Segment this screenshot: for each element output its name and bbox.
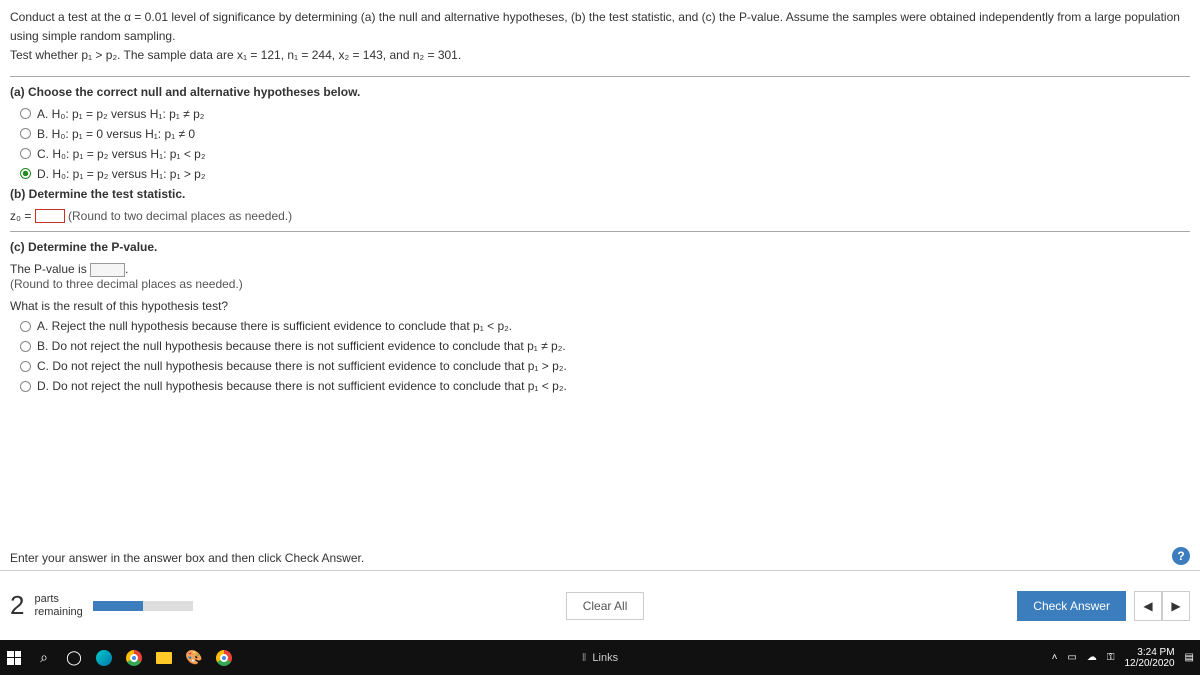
pvalue-input[interactable] — [90, 263, 125, 277]
option-label: C. Do not reject the null hypothesis bec… — [37, 359, 567, 373]
parts-count: 2 — [10, 590, 24, 621]
radio-icon — [20, 108, 31, 119]
result-question: What is the result of this hypothesis te… — [10, 299, 1190, 313]
radio-icon-selected — [20, 168, 31, 179]
search-icon[interactable]: ⌕ — [36, 650, 52, 666]
option-c-d[interactable]: D. Do not reject the null hypothesis bec… — [20, 379, 1190, 393]
answer-prompt: Enter your answer in the answer box and … — [10, 551, 364, 565]
part-b-heading: (b) Determine the test statistic. — [10, 187, 1190, 201]
parts-label: parts remaining — [34, 593, 82, 617]
divider — [10, 76, 1190, 77]
option-label: B. H₀: p₁ = 0 versus H₁: p₁ ≠ 0 — [37, 127, 195, 141]
notification-icon[interactable]: ▤ — [1185, 652, 1194, 663]
start-button[interactable] — [6, 650, 22, 666]
part-a-heading-text: (a) Choose the correct null and alternat… — [10, 85, 360, 99]
option-a-a[interactable]: A. H₀: p₁ = p₂ versus H₁: p₁ ≠ p₂ — [20, 107, 1190, 121]
part-c-heading-text: (c) Determine the P-value. — [10, 240, 157, 254]
radio-icon — [20, 128, 31, 139]
remaining-word: remaining — [34, 606, 82, 618]
z0-input[interactable] — [35, 209, 65, 223]
taskbar-right: ˄ ▭ ☁ ⚿ 3:24 PM 12/20/2020 ▤ — [1052, 647, 1194, 669]
links-label: Links — [592, 652, 618, 664]
option-c-c[interactable]: C. Do not reject the null hypothesis bec… — [20, 359, 1190, 373]
part-c-heading: (c) Determine the P-value. — [10, 240, 1190, 254]
option-label: A. H₀: p₁ = p₂ versus H₁: p₁ ≠ p₂ — [37, 107, 204, 121]
check-answer-button[interactable]: Check Answer — [1017, 591, 1126, 621]
footer-right: Check Answer ◀ ▶ — [1017, 591, 1190, 621]
radio-icon — [20, 321, 31, 332]
wifi-icon[interactable]: ⚿ — [1107, 652, 1115, 663]
question-content: Conduct a test at the α = 0.01 level of … — [0, 0, 1200, 640]
radio-icon — [20, 381, 31, 392]
option-a-d[interactable]: D. H₀: p₁ = p₂ versus H₁: p₁ > p₂ — [20, 167, 1190, 181]
option-c-b[interactable]: B. Do not reject the null hypothesis bec… — [20, 339, 1190, 353]
question-intro: Conduct a test at the α = 0.01 level of … — [10, 8, 1190, 66]
radio-icon — [20, 341, 31, 352]
z0-prefix: z₀ = — [10, 209, 35, 223]
part-c-options: A. Reject the null hypothesis because th… — [20, 319, 1190, 393]
option-label: D. H₀: p₁ = p₂ versus H₁: p₁ > p₂ — [37, 167, 206, 181]
edge-icon[interactable] — [96, 650, 112, 666]
chrome-icon[interactable] — [126, 650, 142, 666]
part-a-heading: (a) Choose the correct null and alternat… — [10, 85, 1190, 99]
part-b-row: z₀ = (Round to two decimal places as nee… — [10, 209, 1190, 224]
time-text: 3:24 PM — [1124, 647, 1174, 658]
progress-fill — [93, 601, 143, 611]
tray-chevron-icon[interactable]: ˄ — [1052, 652, 1058, 663]
paint-icon[interactable]: 🎨 — [186, 650, 202, 666]
battery-icon[interactable]: ▭ — [1067, 652, 1076, 663]
option-c-a[interactable]: A. Reject the null hypothesis because th… — [20, 319, 1190, 333]
footer-left: 2 parts remaining — [10, 590, 193, 621]
parts-word: parts — [34, 593, 82, 605]
part-b-heading-text: (b) Determine the test statistic. — [10, 187, 185, 201]
option-label: C. H₀: p₁ = p₂ versus H₁: p₁ < p₂ — [37, 147, 206, 161]
nav-arrows: ◀ ▶ — [1134, 591, 1190, 621]
chrome-icon-2[interactable] — [216, 650, 232, 666]
cloud-icon[interactable]: ☁ — [1087, 652, 1097, 663]
taskbar-left: ⌕ ◯ 🎨 — [6, 650, 232, 666]
progress-bar — [93, 601, 193, 611]
clear-all-button[interactable]: Clear All — [566, 592, 645, 620]
pvalue-note: (Round to three decimal places as needed… — [10, 277, 1190, 291]
option-label: A. Reject the null hypothesis because th… — [37, 319, 512, 333]
prev-button[interactable]: ◀ — [1134, 591, 1162, 621]
footer-bar: ? 2 parts remaining Clear All Check Answ… — [0, 570, 1200, 640]
option-a-c[interactable]: C. H₀: p₁ = p₂ versus H₁: p₁ < p₂ — [20, 147, 1190, 161]
clock[interactable]: 3:24 PM 12/20/2020 — [1124, 647, 1174, 669]
intro-line2: Test whether p₁ > p₂. The sample data ar… — [10, 48, 461, 62]
option-a-b[interactable]: B. H₀: p₁ = 0 versus H₁: p₁ ≠ 0 — [20, 127, 1190, 141]
divider — [10, 231, 1190, 232]
help-button[interactable]: ? — [1172, 547, 1190, 565]
next-button[interactable]: ▶ — [1162, 591, 1190, 621]
z0-note: (Round to two decimal places as needed.) — [68, 209, 292, 223]
task-view-icon[interactable]: ◯ — [66, 650, 82, 666]
option-label: D. Do not reject the null hypothesis bec… — [37, 379, 567, 393]
date-text: 12/20/2020 — [1124, 658, 1174, 669]
folder-icon[interactable] — [156, 650, 172, 666]
taskbar-center[interactable]: ‖Links — [582, 652, 618, 664]
intro-line1: Conduct a test at the α = 0.01 level of … — [10, 10, 1180, 43]
pvalue-prefix: The P-value is — [10, 262, 90, 276]
option-label: B. Do not reject the null hypothesis bec… — [37, 339, 566, 353]
pvalue-row: The P-value is . — [10, 262, 1190, 277]
radio-icon — [20, 148, 31, 159]
radio-icon — [20, 361, 31, 372]
taskbar: ⌕ ◯ 🎨 ‖Links ˄ ▭ ☁ ⚿ 3:24 PM 12/20/2020 … — [0, 640, 1200, 675]
part-a-options: A. H₀: p₁ = p₂ versus H₁: p₁ ≠ p₂ B. H₀:… — [20, 107, 1190, 181]
